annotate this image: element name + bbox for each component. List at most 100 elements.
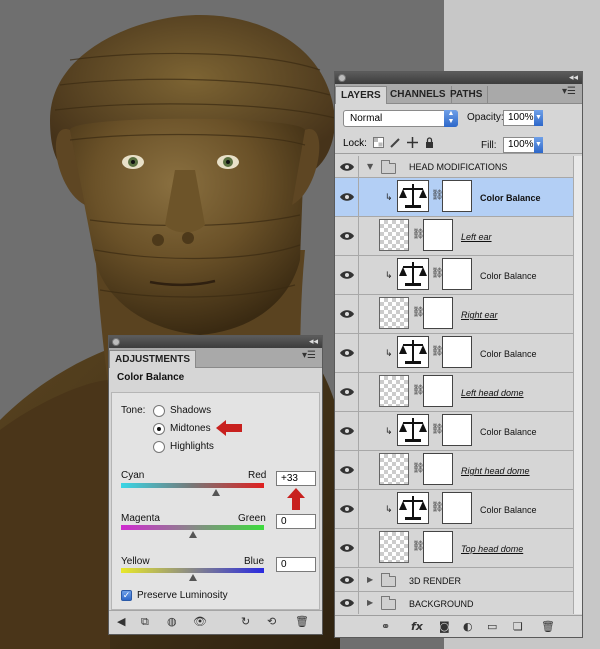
visibility-toggle[interactable] — [335, 592, 359, 614]
layer-mask-thumbnail[interactable] — [423, 531, 453, 563]
visibility-toggle[interactable] — [335, 256, 359, 294]
color-balance-icon[interactable] — [397, 180, 429, 212]
yellow-blue-slider-thumb[interactable] — [189, 574, 197, 581]
new-group-icon[interactable]: ▭ — [487, 620, 497, 633]
disclosure-closed-icon[interactable]: ▶ — [367, 575, 373, 584]
view-previous-icon[interactable]: ↻ — [241, 615, 250, 628]
layer-thumbnail[interactable] — [379, 375, 409, 407]
panel-menu-icon[interactable]: ▾☰ — [302, 350, 316, 361]
add-mask-icon[interactable]: ◙ — [439, 620, 450, 633]
visibility-toggle[interactable] — [335, 217, 359, 255]
radio-highlights[interactable] — [153, 441, 165, 453]
layer-mask-thumbnail[interactable] — [442, 414, 472, 446]
opacity-dropdown-icon[interactable]: ▼ — [534, 110, 543, 126]
visibility-toggle[interactable] — [335, 295, 359, 333]
layer-mask-thumbnail[interactable] — [423, 453, 453, 485]
color-balance-icon[interactable] — [397, 258, 429, 290]
opacity-field[interactable]: 100% ▼ — [503, 110, 543, 126]
trash-icon[interactable]: 🗑 — [541, 620, 555, 633]
layer-thumbnail[interactable] — [379, 297, 409, 329]
tab-paths[interactable]: PATHS — [445, 86, 489, 104]
collapse-arrows-icon[interactable]: ◂◂ — [309, 336, 318, 348]
layers-scrollbar[interactable] — [573, 156, 582, 614]
color-balance-icon[interactable] — [397, 336, 429, 368]
cyan-red-value[interactable]: +33 — [276, 471, 316, 486]
preserve-luminosity-checkbox[interactable]: ✓ — [121, 590, 132, 601]
close-icon[interactable] — [338, 74, 346, 82]
color-balance-icon[interactable] — [397, 492, 429, 524]
layer-mask-thumbnail[interactable] — [442, 180, 472, 212]
disclosure-open-icon[interactable]: ▼ — [367, 162, 373, 171]
layer-row-pixel[interactable]: ⛓ Left ear — [335, 217, 573, 256]
group-3d-render[interactable]: ▶ 3D RENDER — [335, 569, 573, 592]
layers-titlebar[interactable]: ◂◂ — [335, 72, 582, 84]
lock-transparent-icon[interactable] — [373, 137, 384, 148]
lock-move-icon[interactable] — [407, 137, 418, 148]
new-layer-icon[interactable]: ❏ — [513, 620, 523, 633]
fill-field[interactable]: 100% ▼ — [503, 137, 543, 153]
layer-mask-thumbnail[interactable] — [442, 492, 472, 524]
blend-mode-select[interactable]: Normal ▲ ▼ — [343, 110, 458, 127]
radio-midtones[interactable] — [153, 423, 165, 435]
group-background[interactable]: ▶ BACKGROUND — [335, 592, 573, 614]
lock-brush-icon[interactable] — [390, 137, 401, 148]
layer-row-adjustment[interactable]: ↳ ⛓ Color Balance — [335, 256, 573, 295]
visibility-eye-icon[interactable]: 👁 — [193, 615, 207, 628]
cyan-red-slider[interactable] — [121, 483, 264, 488]
fill-dropdown-icon[interactable]: ▼ — [534, 137, 543, 153]
visibility-toggle[interactable] — [335, 178, 359, 216]
layer-row-adjustment[interactable]: ↳ ⛓ Color Balance — [335, 490, 573, 529]
clipping-arrow-icon: ↳ — [385, 427, 393, 437]
tab-adjustments[interactable]: ADJUSTMENTS — [109, 350, 197, 368]
tab-layers[interactable]: LAYERS — [335, 86, 387, 104]
layer-thumbnail[interactable] — [379, 219, 409, 251]
lock-all-icon[interactable] — [424, 137, 435, 148]
visibility-toggle[interactable] — [335, 569, 359, 591]
layer-mask-thumbnail[interactable] — [442, 258, 472, 290]
back-arrow-icon[interactable]: ◀ — [117, 615, 125, 628]
layer-row-pixel[interactable]: ⛓ Right head dome — [335, 451, 573, 490]
tab-channels[interactable]: CHANNELS — [385, 86, 452, 104]
layer-mask-thumbnail[interactable] — [423, 219, 453, 251]
expand-view-icon[interactable]: ⧉ — [141, 615, 149, 629]
layer-thumbnail[interactable] — [379, 453, 409, 485]
layer-row-pixel[interactable]: ⛓ Right ear — [335, 295, 573, 334]
link-layers-icon[interactable]: ⚭ — [381, 620, 390, 633]
visibility-toggle[interactable] — [335, 373, 359, 411]
layer-mask-thumbnail[interactable] — [423, 375, 453, 407]
trash-icon[interactable]: 🗑 — [295, 615, 309, 628]
reset-icon[interactable]: ⟲ — [267, 615, 276, 628]
layer-style-icon[interactable]: fx — [411, 620, 423, 633]
layer-row-adjustment[interactable]: ↳ ⛓ Color Balance — [335, 178, 573, 217]
color-balance-icon[interactable] — [397, 414, 429, 446]
layer-mask-thumbnail[interactable] — [423, 297, 453, 329]
visibility-toggle[interactable] — [335, 156, 359, 177]
layer-row-adjustment[interactable]: ↳ ⛓ Color Balance — [335, 334, 573, 373]
layer-row-adjustment[interactable]: ↳ ⛓ Color Balance — [335, 412, 573, 451]
magenta-green-slider[interactable] — [121, 525, 264, 530]
visibility-toggle[interactable] — [335, 490, 359, 528]
yellow-blue-slider[interactable] — [121, 568, 264, 573]
slider-red-label: Red — [248, 470, 267, 481]
magenta-green-value[interactable]: 0 — [276, 514, 316, 529]
magenta-green-slider-thumb[interactable] — [189, 531, 197, 538]
disclosure-closed-icon[interactable]: ▶ — [367, 598, 373, 607]
yellow-blue-value[interactable]: 0 — [276, 557, 316, 572]
layer-row-pixel[interactable]: ⛓ Top head dome — [335, 529, 573, 568]
visibility-toggle[interactable] — [335, 451, 359, 489]
visibility-toggle[interactable] — [335, 334, 359, 372]
visibility-toggle[interactable] — [335, 412, 359, 450]
radio-shadows[interactable] — [153, 405, 165, 417]
layer-thumbnail[interactable] — [379, 531, 409, 563]
group-head-modifications[interactable]: ▼ HEAD MODIFICATIONS — [335, 156, 573, 178]
panel-menu-icon[interactable]: ▾☰ — [562, 86, 576, 97]
adjustments-titlebar[interactable]: ◂◂ — [109, 336, 322, 348]
adjustment-layer-icon[interactable]: ◐ — [463, 620, 473, 633]
clip-to-layer-icon[interactable]: ◍ — [167, 615, 177, 628]
close-icon[interactable] — [112, 338, 120, 346]
collapse-arrows-icon[interactable]: ◂◂ — [569, 72, 578, 84]
layer-row-pixel[interactable]: ⛓ Left head dome — [335, 373, 573, 412]
cyan-red-slider-thumb[interactable] — [212, 489, 220, 496]
layer-mask-thumbnail[interactable] — [442, 336, 472, 368]
visibility-toggle[interactable] — [335, 529, 359, 567]
